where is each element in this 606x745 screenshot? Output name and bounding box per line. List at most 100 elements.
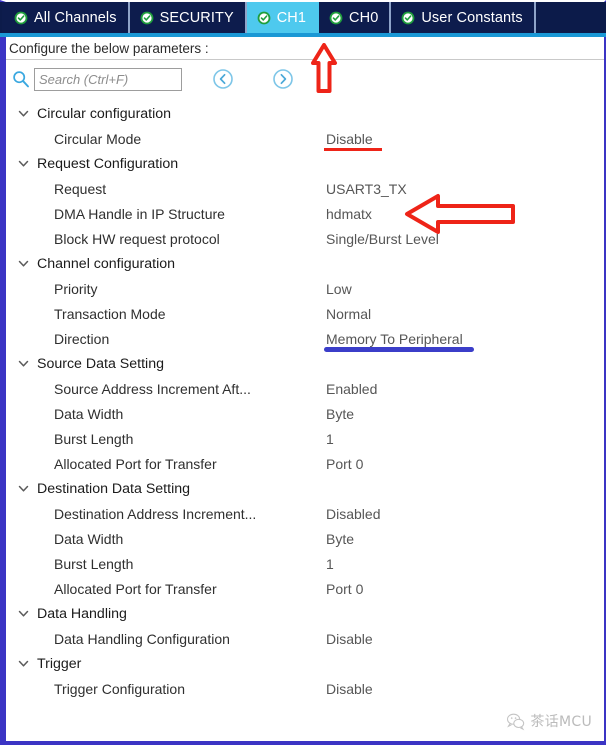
tree-param-row[interactable]: Destination Address Increment... Disabled: [6, 501, 604, 526]
tree-param-row[interactable]: Data Width Byte: [6, 401, 604, 426]
tree-group-row[interactable]: Destination Data Setting: [6, 476, 604, 501]
param-name: Burst Length: [54, 430, 134, 447]
param-value[interactable]: Single/Burst Level: [326, 231, 439, 247]
param-value[interactable]: 1: [326, 556, 334, 572]
tab-ch0[interactable]: CH0: [319, 2, 392, 33]
param-name: Data Width: [54, 530, 124, 547]
tree-param-row[interactable]: Direction Memory To Peripheral: [6, 326, 604, 352]
param-value[interactable]: Byte: [326, 531, 354, 547]
chevron-down-icon[interactable]: [17, 357, 30, 370]
tree-param-row[interactable]: Request USART3_TX: [6, 176, 604, 201]
param-name: Allocated Port for Transfer: [54, 580, 217, 597]
tab-ch1[interactable]: CH1: [246, 2, 320, 33]
param-name: Block HW request protocol: [54, 230, 220, 247]
tree-param-row[interactable]: Circular Mode Disable: [6, 126, 604, 151]
param-name: Source Address Increment Aft...: [54, 380, 251, 397]
tree-group-label: Circular configuration: [37, 105, 172, 122]
param-value[interactable]: Disable: [326, 631, 373, 647]
tree-group-row[interactable]: Request Configuration: [6, 151, 604, 176]
search-toolbar: [6, 61, 604, 97]
check-circle-icon: [14, 11, 28, 25]
check-circle-icon: [257, 11, 271, 25]
tree-param-row[interactable]: DMA Handle in IP Structure hdmatx: [6, 201, 604, 226]
tree-group-label: Data Handling: [37, 605, 127, 622]
param-name: Burst Length: [54, 555, 134, 572]
param-name: Direction: [54, 330, 110, 347]
param-name: Allocated Port for Transfer: [54, 455, 217, 472]
tree-param-row[interactable]: Allocated Port for Transfer Port 0: [6, 451, 604, 476]
chevron-right-circle-icon[interactable]: [272, 68, 294, 90]
param-value[interactable]: Disable: [324, 131, 382, 151]
dma-channel-config-panel: All Channels SECURITY CH1 CH0 User Constants…: [0, 0, 606, 745]
chevron-down-icon[interactable]: [17, 607, 30, 620]
tree-param-row[interactable]: Transaction Mode Normal: [6, 301, 604, 326]
param-name: Circular Mode: [54, 130, 142, 147]
tab-label: User Constants: [421, 9, 523, 26]
tree-param-row[interactable]: Data Width Byte: [6, 526, 604, 551]
param-value[interactable]: Low: [326, 281, 352, 297]
param-value[interactable]: Port 0: [326, 456, 363, 472]
param-name: DMA Handle in IP Structure: [54, 205, 225, 222]
param-value[interactable]: 1: [326, 431, 334, 447]
param-name: Trigger Configuration: [54, 680, 185, 697]
tree-param-row[interactable]: Allocated Port for Transfer Port 0: [6, 576, 604, 601]
tree-group-label: Destination Data Setting: [37, 480, 191, 497]
param-value[interactable]: Disabled: [326, 506, 380, 522]
chevron-down-icon[interactable]: [17, 157, 30, 170]
param-name: Data Width: [54, 405, 124, 422]
param-name: Priority: [54, 280, 98, 297]
param-value[interactable]: USART3_TX: [326, 181, 407, 197]
tree-param-row[interactable]: Burst Length 1: [6, 551, 604, 576]
tree-group-label: Source Data Setting: [37, 355, 164, 372]
tree-param-row[interactable]: Block HW request protocol Single/Burst Le…: [6, 226, 604, 251]
param-name: Transaction Mode: [54, 305, 166, 322]
param-value[interactable]: Byte: [326, 406, 354, 422]
tree-group-row[interactable]: Circular configuration: [6, 101, 604, 126]
tab-label: CH1: [276, 9, 307, 26]
tree-param-row[interactable]: Trigger Configuration Disable: [6, 676, 604, 701]
param-value[interactable]: Normal: [326, 306, 371, 322]
check-circle-icon: [329, 11, 343, 25]
chevron-down-icon[interactable]: [17, 657, 30, 670]
chevron-down-icon[interactable]: [17, 482, 30, 495]
chevron-left-circle-icon[interactable]: [212, 68, 234, 90]
watermark: 茶话MCU: [506, 711, 592, 731]
check-circle-icon: [140, 11, 154, 25]
param-name: Destination Address Increment...: [54, 505, 257, 522]
tree-param-row[interactable]: Burst Length 1: [6, 426, 604, 451]
tree-param-row[interactable]: Priority Low: [6, 276, 604, 301]
param-value[interactable]: hdmatx: [326, 206, 372, 222]
configure-hint-text: Configure the below parameters :: [9, 40, 209, 56]
tree-param-row[interactable]: Source Address Increment Aft... Enabled: [6, 376, 604, 401]
param-name: Request: [54, 180, 107, 197]
tree-group-row[interactable]: Source Data Setting: [6, 351, 604, 376]
tab-bar: All Channels SECURITY CH1 CH0 User Constants: [0, 2, 606, 37]
param-value[interactable]: Disable: [326, 681, 373, 697]
wechat-icon: [506, 712, 525, 731]
parameter-tree: Circular configuration Circular Mode Disab…: [6, 101, 604, 741]
chevron-down-icon[interactable]: [17, 257, 30, 270]
tree-group-label: Trigger: [37, 655, 82, 672]
tree-group-label: Request Configuration: [37, 155, 179, 172]
param-value[interactable]: Memory To Peripheral: [324, 331, 474, 352]
tab-user-constants[interactable]: User Constants: [391, 2, 536, 33]
search-icon: [11, 69, 31, 89]
tab-label: CH0: [349, 9, 379, 26]
param-name: Data Handling Configuration: [54, 630, 230, 647]
tab-label: All Channels: [34, 9, 117, 26]
configure-hint-bar: Configure the below parameters :: [6, 37, 604, 60]
check-circle-icon: [401, 11, 415, 25]
param-value[interactable]: Port 0: [326, 581, 363, 597]
tree-group-label: Channel configuration: [37, 255, 176, 272]
tab-security[interactable]: SECURITY: [129, 2, 247, 33]
tree-group-row[interactable]: Channel configuration: [6, 251, 604, 276]
chevron-down-icon[interactable]: [17, 107, 30, 120]
watermark-text: 茶话MCU: [530, 714, 592, 730]
param-value[interactable]: Enabled: [326, 381, 377, 397]
tree-group-row[interactable]: Trigger: [6, 651, 604, 676]
tree-group-row[interactable]: Data Handling: [6, 601, 604, 626]
tab-all-channels[interactable]: All Channels: [0, 2, 130, 33]
tree-param-row[interactable]: Data Handling Configuration Disable: [6, 626, 604, 651]
search-input[interactable]: [34, 67, 182, 91]
tab-label: SECURITY: [159, 9, 234, 26]
